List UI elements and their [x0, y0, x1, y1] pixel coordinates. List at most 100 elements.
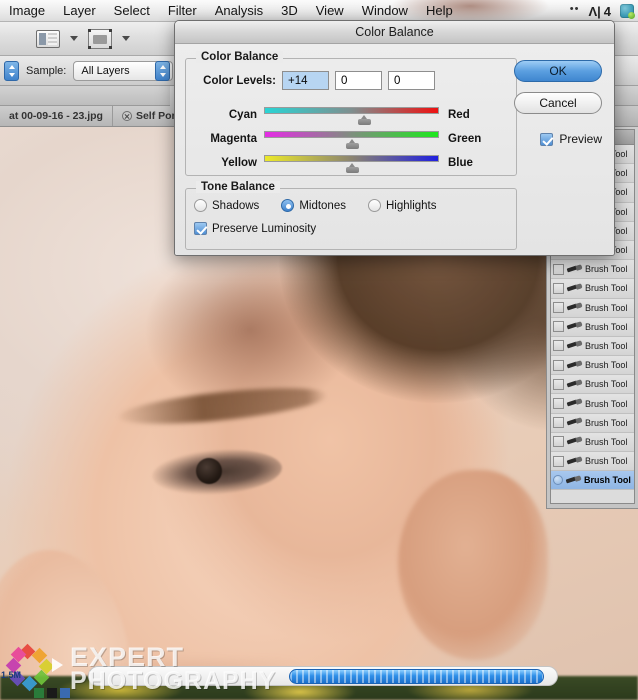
history-row[interactable]: Brush Tool: [551, 260, 634, 280]
history-row-label: Brush Tool: [585, 456, 628, 467]
tone-balance-group: Tone Balance Shadows Midtones Highlights: [185, 181, 517, 250]
play-icon[interactable]: [52, 658, 63, 672]
preserve-luminosity-row[interactable]: Preserve Luminosity: [194, 222, 316, 235]
dock-badge: 1.5M: [1, 670, 22, 680]
progress-fill: [289, 669, 544, 684]
history-row[interactable]: Brush Tool: [551, 317, 634, 337]
color-balance-dialog[interactable]: Color Balance Color Balance Color Levels…: [174, 20, 615, 256]
bluetooth-icon[interactable]: ••: [570, 3, 580, 15]
slider-track-yellow-blue[interactable]: [264, 155, 439, 162]
menubar-status-icons[interactable]: •• Λ| 4: [570, 0, 635, 22]
radio-midtones[interactable]: Midtones: [281, 199, 346, 212]
slider-track-magenta-green[interactable]: [264, 131, 439, 138]
slider-cyan-red[interactable]: [264, 104, 439, 126]
mode-stepper[interactable]: [4, 60, 19, 81]
history-row-label: Brush Tool: [585, 360, 628, 371]
sample-select[interactable]: All Layers: [73, 60, 174, 81]
slider-label-green: Green: [448, 133, 482, 145]
color-level-green-input[interactable]: 0: [335, 71, 382, 90]
menu-item-3d[interactable]: 3D: [272, 0, 307, 22]
dock-icon-blue[interactable]: [60, 688, 70, 698]
dialog-title-bar[interactable]: Color Balance: [175, 21, 614, 44]
radio-midtones-dot-icon[interactable]: [281, 199, 295, 212]
document-tab-file[interactable]: at 00-09-16 - 23.jpg: [0, 106, 113, 126]
history-row[interactable]: Brush Tool: [551, 279, 634, 299]
slider-thumb-magenta-green[interactable]: [345, 139, 359, 149]
dock-icon-green[interactable]: [34, 688, 44, 698]
history-row[interactable]: Brush Tool: [551, 356, 634, 376]
history-state-checkbox[interactable]: [553, 302, 564, 314]
brush-icon: [567, 264, 582, 275]
history-row[interactable]: Brush Tool: [551, 452, 634, 472]
slider-thumb-yellow-blue[interactable]: [345, 163, 359, 173]
preview-label: Preview: [559, 132, 602, 146]
history-state-checkbox[interactable]: [553, 263, 564, 275]
menu-item-analysis[interactable]: Analysis: [206, 0, 272, 22]
color-level-blue-input[interactable]: 0: [388, 71, 435, 90]
preview-checkbox[interactable]: [540, 132, 554, 146]
brush-icon: [567, 436, 582, 447]
dock-progress-bar[interactable]: [88, 666, 558, 686]
history-state-checkbox[interactable]: [553, 455, 564, 467]
slider-row-magenta-green: Magenta Green: [192, 127, 512, 151]
history-state-checkbox[interactable]: [553, 340, 564, 352]
brush-preset-chevron-down-icon[interactable]: [122, 36, 130, 41]
history-row[interactable]: Brush Tool: [551, 413, 634, 433]
menu-item-view[interactable]: View: [307, 0, 353, 22]
menu-item-filter[interactable]: Filter: [159, 0, 206, 22]
slider-track-cyan-red[interactable]: [264, 107, 439, 114]
slider-thumb-cyan-red[interactable]: [357, 115, 371, 125]
history-row[interactable]: Brush Tool: [551, 432, 634, 452]
radio-shadows-dot-icon[interactable]: [194, 199, 207, 212]
dialog-body: Color Balance Color Levels: +14 0 0 Cyan…: [175, 44, 614, 255]
preserve-luminosity-checkbox[interactable]: [194, 222, 207, 235]
history-row[interactable]: Brush Tool: [551, 471, 634, 491]
radio-highlights-dot-icon[interactable]: [367, 199, 381, 212]
input-source-count: 4: [603, 3, 611, 19]
slider-magenta-green[interactable]: [264, 128, 439, 150]
brush-preset-icon[interactable]: [88, 28, 112, 49]
menu-item-image[interactable]: Image: [0, 0, 54, 22]
sample-select-stepper-icon[interactable]: [155, 60, 171, 81]
tool-preset-chevron-down-icon[interactable]: [70, 36, 78, 41]
color-level-red-input[interactable]: +14: [282, 71, 329, 90]
menu-bar[interactable]: Image Layer Select Filter Analysis 3D View Wind…: [0, 0, 638, 22]
brush-icon: [567, 340, 582, 351]
dock-icon-row[interactable]: [34, 688, 70, 698]
history-state-checkbox[interactable]: [553, 282, 564, 294]
slider-yellow-blue[interactable]: [264, 152, 439, 174]
menu-item-layer[interactable]: Layer: [54, 0, 105, 22]
menu-item-help[interactable]: Help: [417, 0, 462, 22]
cancel-button[interactable]: Cancel: [514, 92, 602, 114]
input-source-icon[interactable]: Λ| 4: [588, 4, 611, 19]
close-icon[interactable]: [121, 111, 132, 121]
sync-gear-icon[interactable]: [620, 4, 635, 19]
photo-ear-region: [398, 470, 548, 660]
document-tab-file-label: at 00-09-16 - 23.jpg: [9, 110, 103, 122]
history-row[interactable]: Brush Tool: [551, 394, 634, 414]
dock-icon-dark[interactable]: [47, 688, 57, 698]
tool-preset-icon[interactable]: [36, 29, 60, 48]
history-snapshot-icon[interactable]: [553, 475, 563, 486]
history-state-checkbox[interactable]: [553, 378, 564, 390]
tone-balance-radios: Shadows Midtones Highlights: [194, 199, 458, 212]
history-state-checkbox[interactable]: [553, 398, 564, 410]
history-state-checkbox[interactable]: [553, 359, 564, 371]
slider-row-cyan-red: Cyan Red: [192, 103, 512, 127]
history-state-checkbox[interactable]: [553, 321, 564, 333]
history-row[interactable]: Brush Tool: [551, 336, 634, 357]
radio-highlights[interactable]: Highlights: [367, 199, 436, 212]
history-row-label: Brush Tool: [585, 340, 628, 351]
preview-row[interactable]: Preview: [540, 132, 602, 146]
color-balance-group-legend: Color Balance: [196, 51, 284, 63]
ok-button[interactable]: OK: [514, 60, 602, 82]
history-state-checkbox[interactable]: [553, 417, 564, 429]
menu-item-window[interactable]: Window: [353, 0, 417, 22]
radio-shadows[interactable]: Shadows: [194, 199, 259, 212]
history-row[interactable]: Brush Tool: [551, 298, 634, 318]
slider-label-blue: Blue: [448, 157, 473, 169]
menu-item-select[interactable]: Select: [105, 0, 159, 22]
history-row[interactable]: Brush Tool: [551, 375, 634, 395]
history-state-checkbox[interactable]: [553, 436, 564, 448]
brush-icon: [567, 456, 582, 467]
